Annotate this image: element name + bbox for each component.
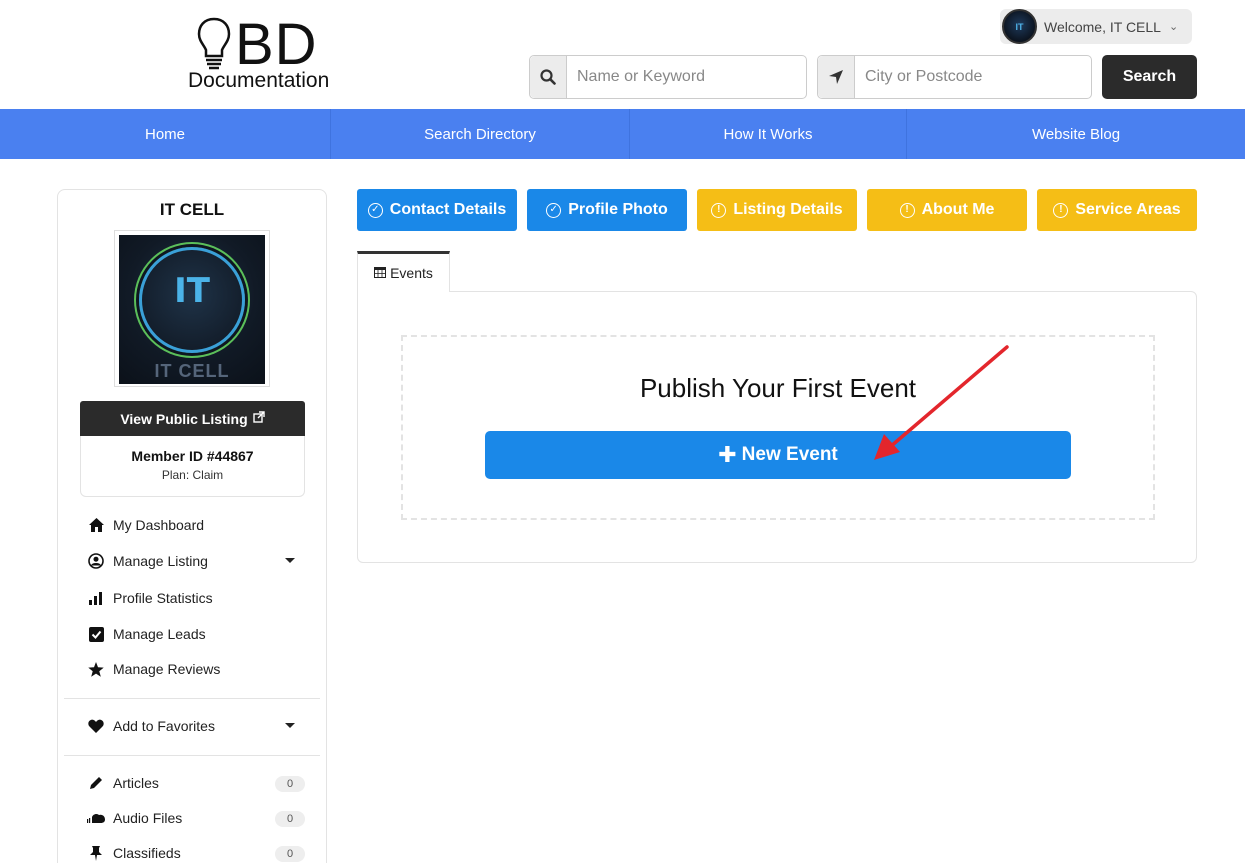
search-button[interactable]: Search — [1102, 55, 1197, 99]
check-square-icon — [86, 624, 106, 644]
keyword-search-group — [529, 55, 807, 99]
empty-state: Publish Your First Event ✚ New Event — [401, 335, 1155, 520]
step-label: Contact Details — [389, 201, 507, 218]
count-badge: 0 — [275, 846, 305, 862]
nav-item-how-it-works[interactable]: How It Works — [630, 109, 907, 159]
bar-chart-icon — [86, 588, 106, 608]
sidebar-item-audio-files[interactable]: Audio Files 0 — [86, 803, 305, 833]
sidebar-item-label: Articles — [113, 775, 159, 791]
divider — [64, 755, 320, 756]
divider — [64, 698, 320, 699]
profile-photo-caption: IT CELL — [154, 361, 230, 381]
sidebar-item-add-to-favorites[interactable]: Add to Favorites — [86, 711, 301, 741]
step-profile-photo[interactable]: ✓ Profile Photo — [527, 189, 687, 231]
account-sidebar: IT CELL IT IT CELL View Public Listing M… — [57, 189, 327, 863]
user-menu-button[interactable]: IT Welcome, IT CELL ⌄ — [1000, 9, 1192, 44]
lightbulb-icon — [197, 17, 231, 70]
nav-item-search-directory[interactable]: Search Directory — [331, 109, 630, 159]
nav-item-home[interactable]: Home — [0, 109, 331, 159]
step-label: Service Areas — [1075, 201, 1181, 218]
caret-down-icon — [285, 723, 295, 728]
count-badge: 0 — [275, 811, 305, 827]
step-service-areas[interactable]: ! Service Areas — [1037, 189, 1197, 231]
sidebar-item-label: Audio Files — [113, 810, 183, 826]
sidebar-item-label: Profile Statistics — [113, 590, 213, 606]
sidebar-item-label: Classifieds — [113, 845, 181, 861]
logo-text: BD — [235, 12, 318, 77]
sidebar-item-manage-listing[interactable]: Manage Listing — [86, 546, 301, 576]
empty-state-title: Publish Your First Event — [639, 373, 917, 403]
welcome-text: Welcome, IT CELL — [1044, 18, 1161, 35]
member-plan: Plan: Claim — [161, 468, 224, 482]
sidebar-item-classifieds[interactable]: Classifieds 0 — [86, 838, 305, 863]
step-label: Listing Details — [733, 201, 843, 218]
tab-events[interactable]: Events — [357, 251, 450, 292]
location-search-group — [817, 55, 1092, 99]
tab-label: Events — [390, 265, 433, 281]
soundcloud-icon — [86, 808, 106, 828]
home-icon — [86, 515, 106, 535]
exclamation-circle-icon: ! — [899, 202, 915, 218]
view-public-listing-label: View Public Listing — [120, 410, 248, 427]
new-event-button[interactable]: ✚ New Event — [485, 431, 1071, 479]
check-circle-icon: ✓ — [367, 202, 383, 218]
star-icon — [86, 659, 106, 679]
profile-photo-text: IT — [174, 271, 210, 311]
chevron-down-icon: ⌄ — [1168, 21, 1179, 33]
location-arrow-icon — [818, 56, 855, 98]
avatar: IT — [1002, 9, 1037, 44]
profile-photo: IT IT CELL — [114, 230, 270, 387]
sidebar-item-label: Manage Reviews — [113, 661, 221, 677]
count-badge: 0 — [275, 776, 305, 792]
sidebar-item-manage-reviews[interactable]: Manage Reviews — [86, 654, 301, 684]
check-circle-icon: ✓ — [546, 202, 562, 218]
search-icon — [530, 56, 567, 98]
nav-item-website-blog[interactable]: Website Blog — [907, 109, 1245, 159]
step-about-me[interactable]: ! About Me — [867, 189, 1027, 231]
plus-icon: ✚ — [718, 442, 737, 467]
exclamation-circle-icon: ! — [1053, 202, 1069, 218]
sidebar-item-profile-statistics[interactable]: Profile Statistics — [86, 583, 301, 613]
sidebar-item-articles[interactable]: Articles 0 — [86, 768, 305, 798]
sidebar-item-manage-leads[interactable]: Manage Leads — [86, 619, 301, 649]
sidebar-item-label: Manage Leads — [113, 626, 206, 642]
location-search-input[interactable] — [855, 56, 1090, 98]
sidebar-item-label: Manage Listing — [113, 553, 208, 569]
site-logo[interactable]: BD Documentation — [188, 14, 358, 94]
new-event-label: New Event — [741, 444, 838, 465]
view-public-listing-button[interactable]: View Public Listing — [80, 401, 305, 436]
calendar-icon — [374, 266, 387, 281]
keyword-search-input[interactable] — [567, 56, 805, 98]
exclamation-circle-icon: ! — [711, 202, 727, 218]
events-panel: Publish Your First Event ✚ New Event — [357, 291, 1197, 563]
logo-subtext: Documentation — [188, 69, 330, 92]
step-contact-details[interactable]: ✓ Contact Details — [357, 189, 517, 231]
step-label: Profile Photo — [568, 201, 668, 218]
user-circle-icon — [86, 551, 106, 571]
site-header: BD Documentation IT Welcome, IT CELL ⌄ S… — [0, 0, 1245, 109]
pin-icon — [86, 843, 106, 863]
member-name: IT CELL — [159, 200, 225, 219]
member-info: Member ID #44867 Plan: Claim — [80, 436, 305, 497]
main-nav: Home Search Directory How It Works Websi… — [0, 109, 1245, 159]
sidebar-item-label: Add to Favorites — [113, 718, 215, 734]
sidebar-item-my-dashboard[interactable]: My Dashboard — [86, 510, 301, 540]
member-id: Member ID #44867 — [131, 448, 254, 464]
step-listing-details[interactable]: ! Listing Details — [697, 189, 857, 231]
external-link-icon — [252, 411, 265, 426]
step-label: About Me — [921, 201, 995, 218]
caret-down-icon — [285, 558, 295, 563]
sidebar-item-label: My Dashboard — [113, 517, 205, 533]
pencil-icon — [86, 773, 106, 793]
heart-icon — [86, 716, 106, 736]
